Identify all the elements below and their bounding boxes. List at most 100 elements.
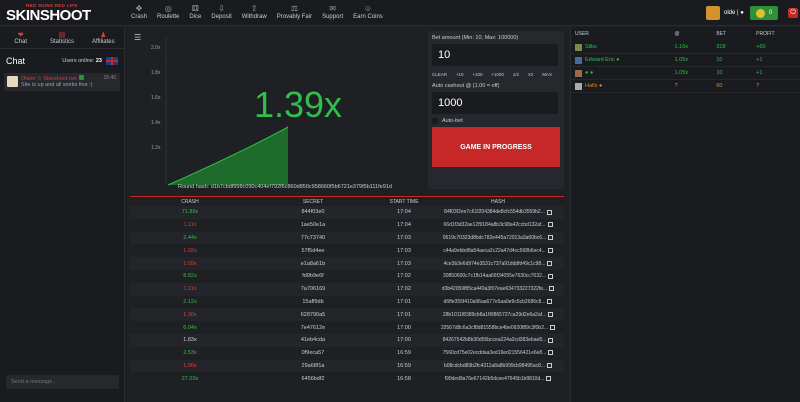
quick-bet-12-button[interactable]: 1/2 <box>513 72 519 77</box>
tab-affiliates[interactable]: ♟ Affiliates <box>83 27 124 48</box>
copy-icon[interactable] <box>547 247 553 253</box>
quick-bet-100-button[interactable]: +100 <box>472 72 482 77</box>
hash-cell: 0519c70323d8bdc782e445a72013a3a60bc6... <box>432 235 564 241</box>
crash-value: 27.03x <box>181 375 199 382</box>
copy-icon[interactable] <box>547 299 553 305</box>
balance-badge[interactable]: 0 <box>749 6 779 20</box>
table-row: 1.83x 41eb4cda 17:00 84267542b8b30d55bccea2… <box>130 333 564 347</box>
nav-item-label: Crash <box>131 14 148 20</box>
quick-bet-x2-button[interactable]: X2 <box>528 72 534 77</box>
hamburger-icon[interactable]: ☰ <box>134 33 141 42</box>
copy-icon[interactable] <box>547 363 553 369</box>
coin-icon <box>755 8 765 18</box>
player-name: ● ● <box>585 70 594 76</box>
hash-value: 66d1f3d32ae12f9184a8b3c98a42ccbd132af... <box>443 222 546 229</box>
nav-item-withdraw[interactable]: ⇧ Withdraw <box>237 4 272 20</box>
crash-value: 6.04x <box>183 324 197 331</box>
copy-icon[interactable] <box>548 350 554 356</box>
deposit-icon: ⇩ <box>218 4 225 13</box>
quick-bet-10-button[interactable]: +10 <box>456 72 464 77</box>
current-multiplier: 1.39x <box>254 84 342 125</box>
secret-value: 77c73740 <box>300 234 326 241</box>
player-profit: +60 <box>756 44 766 50</box>
player-user[interactable]: Silks <box>575 43 675 51</box>
player-name: Edward Eric ● <box>585 57 620 63</box>
copy-icon[interactable] <box>548 273 554 279</box>
table-row: 1.30x 628790a5 17:01 28b1011f8389cb8a1f6f86… <box>130 308 564 322</box>
power-icon[interactable]: ⏻ <box>788 8 798 18</box>
copy-icon[interactable] <box>547 260 553 266</box>
hash-value: 84267542b8b30d55bccea224a2cd383ebae8... <box>442 337 547 344</box>
logo-text: SKINSHOOT <box>6 7 91 24</box>
player-cashout: 1.16x <box>674 44 689 50</box>
col-profit: PROFIT <box>756 31 775 37</box>
col-secret: SECRET <box>302 198 324 205</box>
username[interactable]: olde | ● <box>724 10 744 16</box>
game-in-progress-button[interactable]: GAME IN PROGRESS <box>432 127 560 167</box>
hash-cell: d3b42059f85ca449a3f07eae634733227322fe..… <box>432 286 564 292</box>
quick-bet-1000-button[interactable]: +1000 <box>491 72 504 77</box>
nav-item-earn-coins[interactable]: ☺ Earn Coins <box>348 4 388 20</box>
chat-header: Chat Users online: 23 <box>0 53 124 69</box>
player-cashout: 1.05x <box>674 57 689 63</box>
player-user[interactable]: Edward Eric ● <box>575 56 675 64</box>
chat-input[interactable] <box>6 375 119 389</box>
crash-graph: 2.0x 1.8x 1.6x 1.4x 1.2x 1.39x <box>151 37 342 186</box>
hash-cell: d6ffe355f410a96aa677e5aa0e9c6cb2686c8... <box>432 299 564 305</box>
site-logo[interactable]: RED SKINS RED LIFE SKINSHOOT <box>6 3 118 24</box>
start-time: 17:03 <box>397 234 411 241</box>
uk-flag-icon[interactable] <box>106 57 118 65</box>
nav-item-roulette[interactable]: ◎ Roulette <box>152 4 184 20</box>
nav-item-label: Deposit <box>211 14 232 20</box>
withdraw-icon: ⇧ <box>250 4 258 13</box>
bet-amount-input[interactable]: 10 <box>432 44 558 66</box>
col-start-time: START TIME <box>389 198 419 205</box>
quick-bet-max-button[interactable]: MAX <box>542 72 552 77</box>
tab-chat[interactable]: ❤ Chat <box>0 27 41 48</box>
start-time: 16:59 <box>397 350 411 357</box>
auto-cashout-input[interactable]: 1000 <box>432 92 558 114</box>
table-row: 6.04x 7e47612e 17:00 32567d8c6a3cf8d81558bc… <box>130 321 564 334</box>
col-user: USER <box>575 31 589 37</box>
nav-item-label: Earn Coins <box>353 14 383 20</box>
auto-bet-checkbox[interactable] <box>432 118 438 124</box>
nav-item-provably-fair[interactable]: ⚖ Provably Fair <box>272 4 317 20</box>
copy-icon[interactable] <box>548 337 554 343</box>
nav-item-support[interactable]: ✉ Support <box>317 4 348 20</box>
copy-icon[interactable] <box>549 286 555 292</box>
quick-bet-clear-button[interactable]: CLEAR <box>432 72 447 77</box>
balance-value: 0 <box>768 10 773 16</box>
hash-value: f90ded9a76e67142b5dcee47645b1b8810d... <box>444 375 545 382</box>
copy-icon[interactable] <box>546 375 552 381</box>
player-user[interactable]: Hafiz ● <box>575 82 675 90</box>
copy-icon[interactable] <box>548 235 554 241</box>
nav-item-dice[interactable]: ⚅ Dice <box>184 4 206 20</box>
player-cashout: 1.05x <box>674 70 689 76</box>
auto-bet-label: Auto-bet <box>442 118 463 124</box>
secret-value: 57f5d4ee <box>301 247 325 254</box>
chat-messages: Olsen ☆ Skinshoot.net 15:40 Site is up and… <box>0 73 124 91</box>
crash-value: 2.44x <box>183 234 197 241</box>
copy-icon[interactable] <box>548 311 554 317</box>
player-name: Silks <box>585 44 597 50</box>
hash-cell: 84f03f2ee7c61f204384de8cfc554db3559b2... <box>432 209 564 215</box>
tab-statistics[interactable]: ▤ Statistics <box>41 27 82 48</box>
chat-avatar[interactable] <box>7 76 18 87</box>
copy-icon[interactable] <box>547 222 553 228</box>
avatar[interactable] <box>706 6 720 20</box>
secret-value: 844f03e0 <box>301 209 325 216</box>
auto-bet-toggle[interactable]: Auto-bet <box>432 118 560 124</box>
y-tick-label: 1.4x <box>151 120 161 126</box>
player-user[interactable]: ● ● <box>575 69 675 77</box>
nav-item-crash[interactable]: ✥ Crash <box>126 4 152 20</box>
copy-icon[interactable] <box>550 324 556 330</box>
hash-value: 84f03f2ee7c61f204384de8cfc554db3559b2... <box>444 209 545 216</box>
copy-icon[interactable] <box>546 209 552 215</box>
nav-item-deposit[interactable]: ⇩ Deposit <box>206 4 236 20</box>
players-panel: USER @ BET PROFIT Silks 1.16x 318 +60 Edward… <box>570 27 800 402</box>
round-hash[interactable]: Round hash: d1b7cbdf998c090c404ef792f6c8… <box>178 184 392 190</box>
start-time: 17:03 <box>397 260 411 267</box>
online-count: Users online: 23 <box>62 58 102 64</box>
nav-item-label: Provably Fair <box>276 14 313 20</box>
nav-item-label: Support <box>322 14 344 20</box>
